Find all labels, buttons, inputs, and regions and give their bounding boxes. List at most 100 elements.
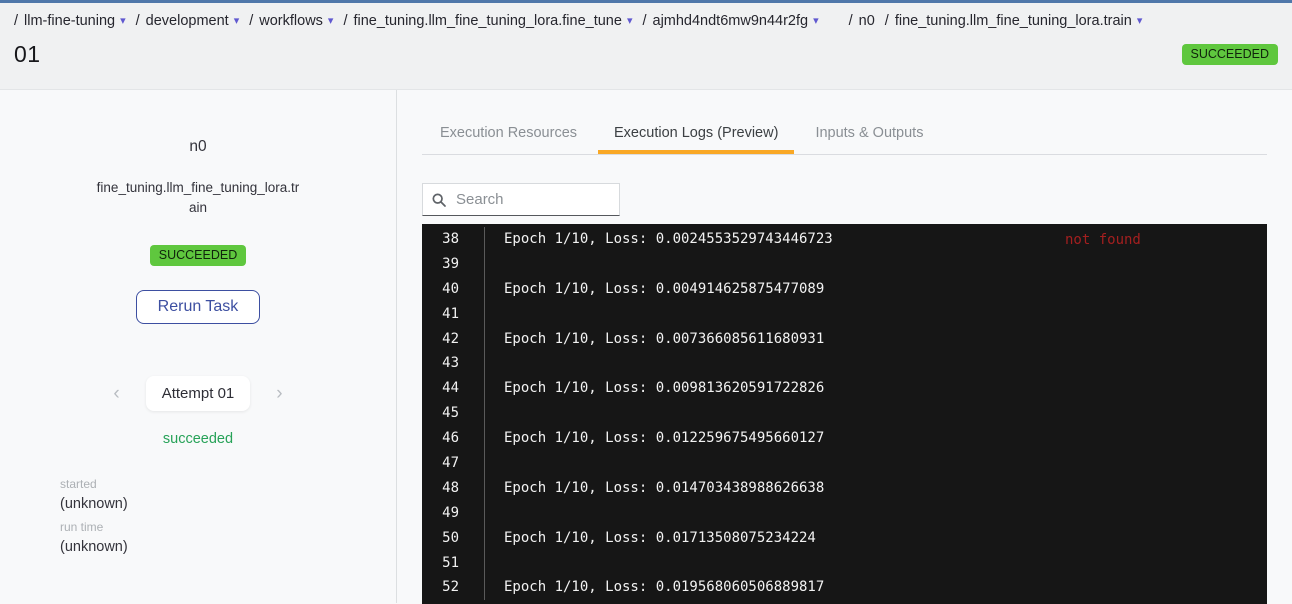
chevron-left-icon[interactable]: ‹ <box>109 384 123 403</box>
attempt-status: succeeded <box>0 431 396 447</box>
search-input[interactable] <box>456 191 606 208</box>
log-line-number: 43 <box>422 351 485 376</box>
log-line: 47 <box>422 451 1267 476</box>
node-execution-panel: Execution Resources Execution Logs (Previ… <box>397 90 1292 603</box>
log-line-number: 39 <box>422 252 485 277</box>
tab-inputs-outputs[interactable]: Inputs & Outputs <box>813 114 925 154</box>
log-line-text: Epoch 1/10, Loss: 0.019568060506889817 <box>485 575 824 600</box>
log-line: 52Epoch 1/10, Loss: 0.019568060506889817 <box>422 575 1267 600</box>
chevron-down-icon[interactable]: ▾ <box>1137 16 1143 27</box>
breadcrumb-item[interactable]: / fine_tuning.llm_fine_tuning_lora.train ▾ <box>885 13 1143 29</box>
log-line-text <box>485 501 504 526</box>
meta-field: run time (unknown) <box>60 520 396 555</box>
log-line-text <box>485 401 504 426</box>
breadcrumb-label: n0 <box>859 13 875 29</box>
log-line-text <box>485 551 504 576</box>
chevron-down-icon[interactable]: ▾ <box>813 16 819 27</box>
search-icon <box>431 192 447 208</box>
attempt-label: Attempt 01 <box>146 376 251 411</box>
meta-field-value: (unknown) <box>60 496 396 512</box>
breadcrumb-label: workflows <box>259 13 323 29</box>
tab-execution-resources[interactable]: Execution Resources <box>438 114 579 154</box>
chevron-down-icon[interactable]: ▾ <box>627 16 633 27</box>
log-line-text <box>485 351 504 376</box>
breadcrumb-item[interactable]: / workflows ▾ <box>249 13 333 29</box>
log-line-text: Epoch 1/10, Loss: 0.014703438988626638 <box>485 476 824 501</box>
breadcrumb-item[interactable]: / ajmhd4ndt6mw9n44r2fg ▾ <box>642 13 818 29</box>
log-line-number: 51 <box>422 551 485 576</box>
status-badge: SUCCEEDED <box>1182 44 1279 65</box>
log-line-text: Epoch 1/10, Loss: 0.009813620591722826 <box>485 376 824 401</box>
breadcrumb-label: fine_tuning.llm_fine_tuning_lora.fine_tu… <box>353 13 621 29</box>
chevron-down-icon[interactable]: ▾ <box>234 16 240 27</box>
rerun-task-button[interactable]: Rerun Task <box>136 290 261 324</box>
node-details-sidebar: n0 fine_tuning.llm_fine_tuning_lora.trai… <box>0 90 397 603</box>
log-line-number: 42 <box>422 327 485 352</box>
log-line: 40Epoch 1/10, Loss: 0.004914625875477089 <box>422 277 1267 302</box>
breadcrumb-separator: / <box>642 13 646 29</box>
log-line-number: 45 <box>422 401 485 426</box>
meta-field: started (unknown) <box>60 477 396 512</box>
breadcrumb-separator: / <box>885 13 889 29</box>
log-line-number: 48 <box>422 476 485 501</box>
node-status-badge: SUCCEEDED <box>150 245 247 266</box>
breadcrumb-label: ajmhd4ndt6mw9n44r2fg <box>653 13 809 29</box>
log-line-number: 52 <box>422 575 485 600</box>
log-line: 46Epoch 1/10, Loss: 0.012259675495660127 <box>422 426 1267 451</box>
log-error-text: not found <box>1065 228 1141 253</box>
task-name: fine_tuning.llm_fine_tuning_lora.train <box>93 178 303 217</box>
breadcrumb-separator: / <box>14 13 18 29</box>
log-line: 44Epoch 1/10, Loss: 0.009813620591722826 <box>422 376 1267 401</box>
log-line-number: 44 <box>422 376 485 401</box>
log-line-text: Epoch 1/10, Loss: 0.004914625875477089 <box>485 277 824 302</box>
tab-execution-logs-preview[interactable]: Execution Logs (Preview) <box>612 114 780 154</box>
chevron-right-icon[interactable]: › <box>272 384 286 403</box>
log-line-text <box>485 451 504 476</box>
log-line-text: Epoch 1/10, Loss: 0.0024553529743446723 <box>485 227 833 252</box>
log-line: 39 <box>422 252 1267 277</box>
log-line-text <box>485 252 504 277</box>
log-line: 41 <box>422 302 1267 327</box>
log-line: 48Epoch 1/10, Loss: 0.014703438988626638 <box>422 476 1267 501</box>
breadcrumb-separator: / <box>136 13 140 29</box>
log-line-text: Epoch 1/10, Loss: 0.01713508075234224 <box>485 526 816 551</box>
breadcrumb-item[interactable]: / fine_tuning.llm_fine_tuning_lora.fine_t… <box>343 13 632 29</box>
log-line: 45 <box>422 401 1267 426</box>
page-header: / llm-fine-tuning ▾ / development ▾ / workflows… <box>0 3 1292 90</box>
chevron-down-icon[interactable]: ▾ <box>120 16 126 27</box>
log-line-text: Epoch 1/10, Loss: 0.012259675495660127 <box>485 426 824 451</box>
node-id: n0 <box>0 138 396 156</box>
log-line-number: 50 <box>422 526 485 551</box>
breadcrumb-separator: / <box>849 13 853 29</box>
log-line: 51 <box>422 551 1267 576</box>
breadcrumb-item[interactable]: / n0 <box>849 13 875 29</box>
breadcrumb: / llm-fine-tuning ▾ / development ▾ / workflows… <box>14 13 1278 29</box>
breadcrumb-item[interactable]: / llm-fine-tuning ▾ <box>14 13 126 29</box>
log-line-number: 38 <box>422 227 485 252</box>
log-line-text <box>485 302 504 327</box>
page-title: 01 <box>14 41 41 68</box>
breadcrumb-separator: / <box>343 13 347 29</box>
node-meta-fields: started (unknown) run time (unknown) <box>60 477 396 555</box>
log-line-number: 40 <box>422 277 485 302</box>
log-line: 49 <box>422 501 1267 526</box>
breadcrumb-separator: / <box>249 13 253 29</box>
log-line-number: 49 <box>422 501 485 526</box>
log-viewer: not found 38Epoch 1/10, Loss: 0.00245535… <box>422 224 1267 604</box>
meta-field-label: run time <box>60 520 396 534</box>
breadcrumb-item[interactable]: / development ▾ <box>136 13 240 29</box>
log-search-box[interactable] <box>422 183 620 216</box>
meta-field-value: (unknown) <box>60 539 396 555</box>
breadcrumb-label: fine_tuning.llm_fine_tuning_lora.train <box>895 13 1132 29</box>
log-line: 43 <box>422 351 1267 376</box>
log-line: 50Epoch 1/10, Loss: 0.01713508075234224 <box>422 526 1267 551</box>
breadcrumb-label: development <box>146 13 229 29</box>
log-line: 42Epoch 1/10, Loss: 0.007366085611680931 <box>422 327 1267 352</box>
log-line-number: 47 <box>422 451 485 476</box>
log-line-text: Epoch 1/10, Loss: 0.007366085611680931 <box>485 327 824 352</box>
chevron-down-icon[interactable]: ▾ <box>328 16 334 27</box>
log-line-number: 41 <box>422 302 485 327</box>
log-line-number: 46 <box>422 426 485 451</box>
breadcrumb-label: llm-fine-tuning <box>24 13 115 29</box>
meta-field-label: started <box>60 477 396 491</box>
